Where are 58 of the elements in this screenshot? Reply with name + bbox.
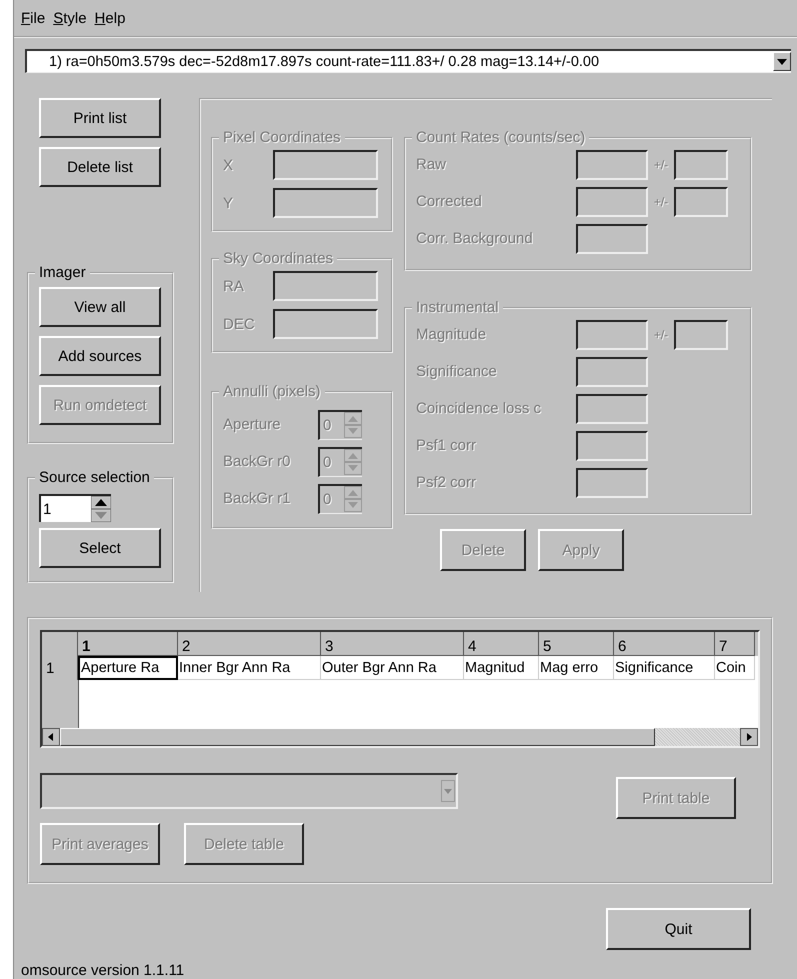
error-label: +/- [652,194,670,208]
table-cell[interactable]: Coin [715,656,755,680]
field-label: Corr. Background [415,230,534,247]
menu-item[interactable]: Help [94,10,126,26]
table-cell[interactable]: Aperture Ra [78,656,178,680]
table-cell[interactable]: Significance [614,656,715,680]
table-cell[interactable]: Outer Bgr Ann Ra [321,656,464,680]
field-label: RA [222,278,245,294]
group-title: Sky Coordinates [222,250,334,267]
menu-item[interactable]: File [21,10,46,26]
quit-button[interactable]: Quit [606,908,751,950]
group-title: Pixel Coordinates [222,129,342,146]
field-label: Aperture [222,416,282,433]
column-header[interactable]: 1 [78,632,178,656]
field-label: X [222,156,234,174]
menu-item[interactable]: Style [53,10,87,26]
list-button[interactable]: Delete list [39,147,161,187]
source-dropdown[interactable]: 1) ra=0h50m3.579s dec=-52d8m17.897s count-rate=111.83+/ 0.28 mag=13.14+/-0.00 [25,49,791,73]
scroll-right-icon[interactable] [740,728,758,746]
column-header[interactable]: 7 [715,632,755,656]
field-label: Raw [415,156,448,173]
group-title: Source selection [38,469,151,486]
horizontal-scrollbar[interactable] [42,728,758,746]
table-cell[interactable]: Magnitud [464,656,539,680]
group-title: Imager [38,264,87,281]
select-button[interactable]: Select [39,528,161,568]
column-header[interactable]: 6 [614,632,715,656]
row-header[interactable]: 1 [42,656,78,680]
source-spinbox[interactable]: 1 [39,494,111,522]
field-label: Magnitude [415,326,488,343]
group-title: Instrumental [415,299,500,316]
scrollbar-thumb[interactable] [60,728,655,746]
error-label: +/- [652,328,670,342]
column-header[interactable]: 5 [539,632,614,656]
field-label: BackGr r0 [222,453,292,470]
field-label: Y [222,194,234,212]
field-label: Coincidence loss c [415,400,542,417]
row-header-column [42,680,79,728]
table-cell[interactable]: Mag erro [539,656,614,680]
group-title: Annulli (pixels) [222,383,322,400]
imager-button[interactable]: View all [39,287,161,327]
spin-arrows-icon[interactable] [91,496,111,522]
field-label: Psf1 corr [415,437,478,454]
field-label: DEC [222,316,256,332]
list-button[interactable]: Print list [39,98,161,138]
column-header[interactable]: 4 [464,632,539,656]
column-header[interactable]: 2 [178,632,321,656]
imager-button[interactable]: Add sources [39,336,161,376]
column-header[interactable]: 3 [321,632,464,656]
field-label: Significance [415,363,498,380]
group-title: Count Rates (counts/sec) [415,129,586,146]
status-text: omsource version 1.1.11 [20,962,186,979]
field-label: Corrected [415,193,483,210]
scroll-left-icon[interactable] [42,728,60,746]
table-cell[interactable]: Inner Bgr Ann Ra [178,656,321,680]
field-label: BackGr r1 [222,490,292,507]
error-label: +/- [652,158,670,172]
field-label: Psf2 corr [415,474,478,491]
